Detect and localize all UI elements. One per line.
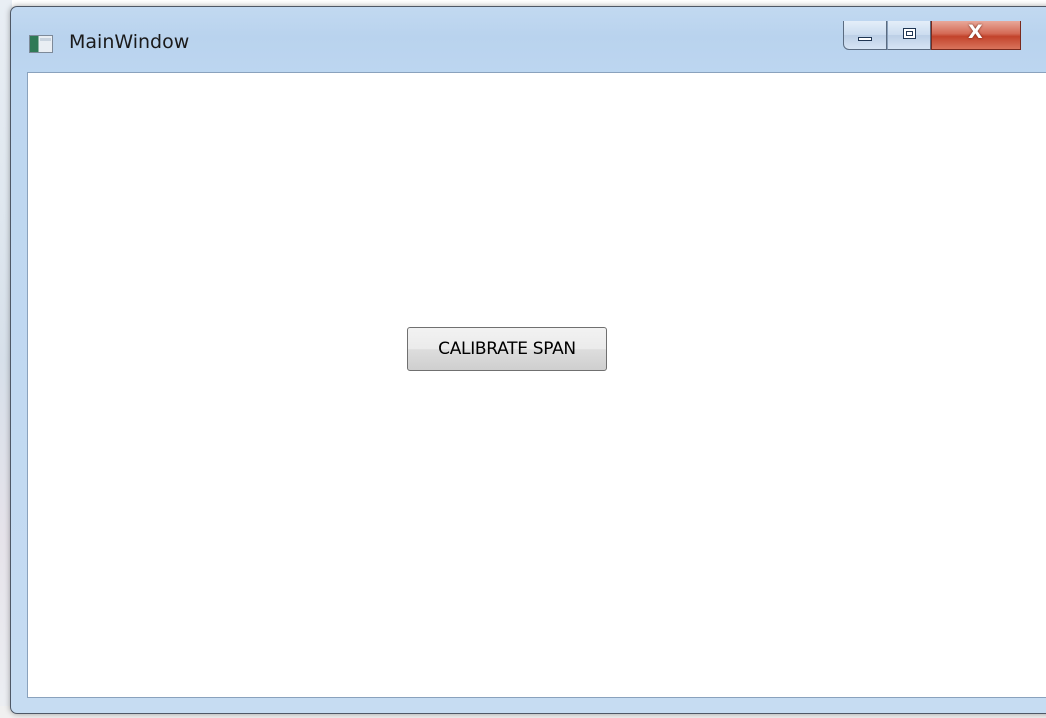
maximize-button[interactable] (887, 21, 931, 50)
calibrate-span-button[interactable]: CALIBRATE SPAN (407, 327, 607, 371)
maximize-icon (903, 28, 916, 39)
caption-buttons: X (843, 21, 1021, 51)
close-icon: X (968, 21, 983, 43)
minimize-button[interactable] (843, 21, 887, 50)
window-title: MainWindow (69, 31, 190, 53)
main-window: MainWindow X CALIBRATE SPAN (10, 6, 1046, 714)
window-app-icon[interactable] (29, 35, 53, 53)
title-bar[interactable]: MainWindow X (11, 7, 1046, 73)
close-button[interactable]: X (931, 21, 1021, 50)
window-client-area: CALIBRATE SPAN (27, 72, 1046, 698)
minimize-icon (858, 37, 872, 41)
